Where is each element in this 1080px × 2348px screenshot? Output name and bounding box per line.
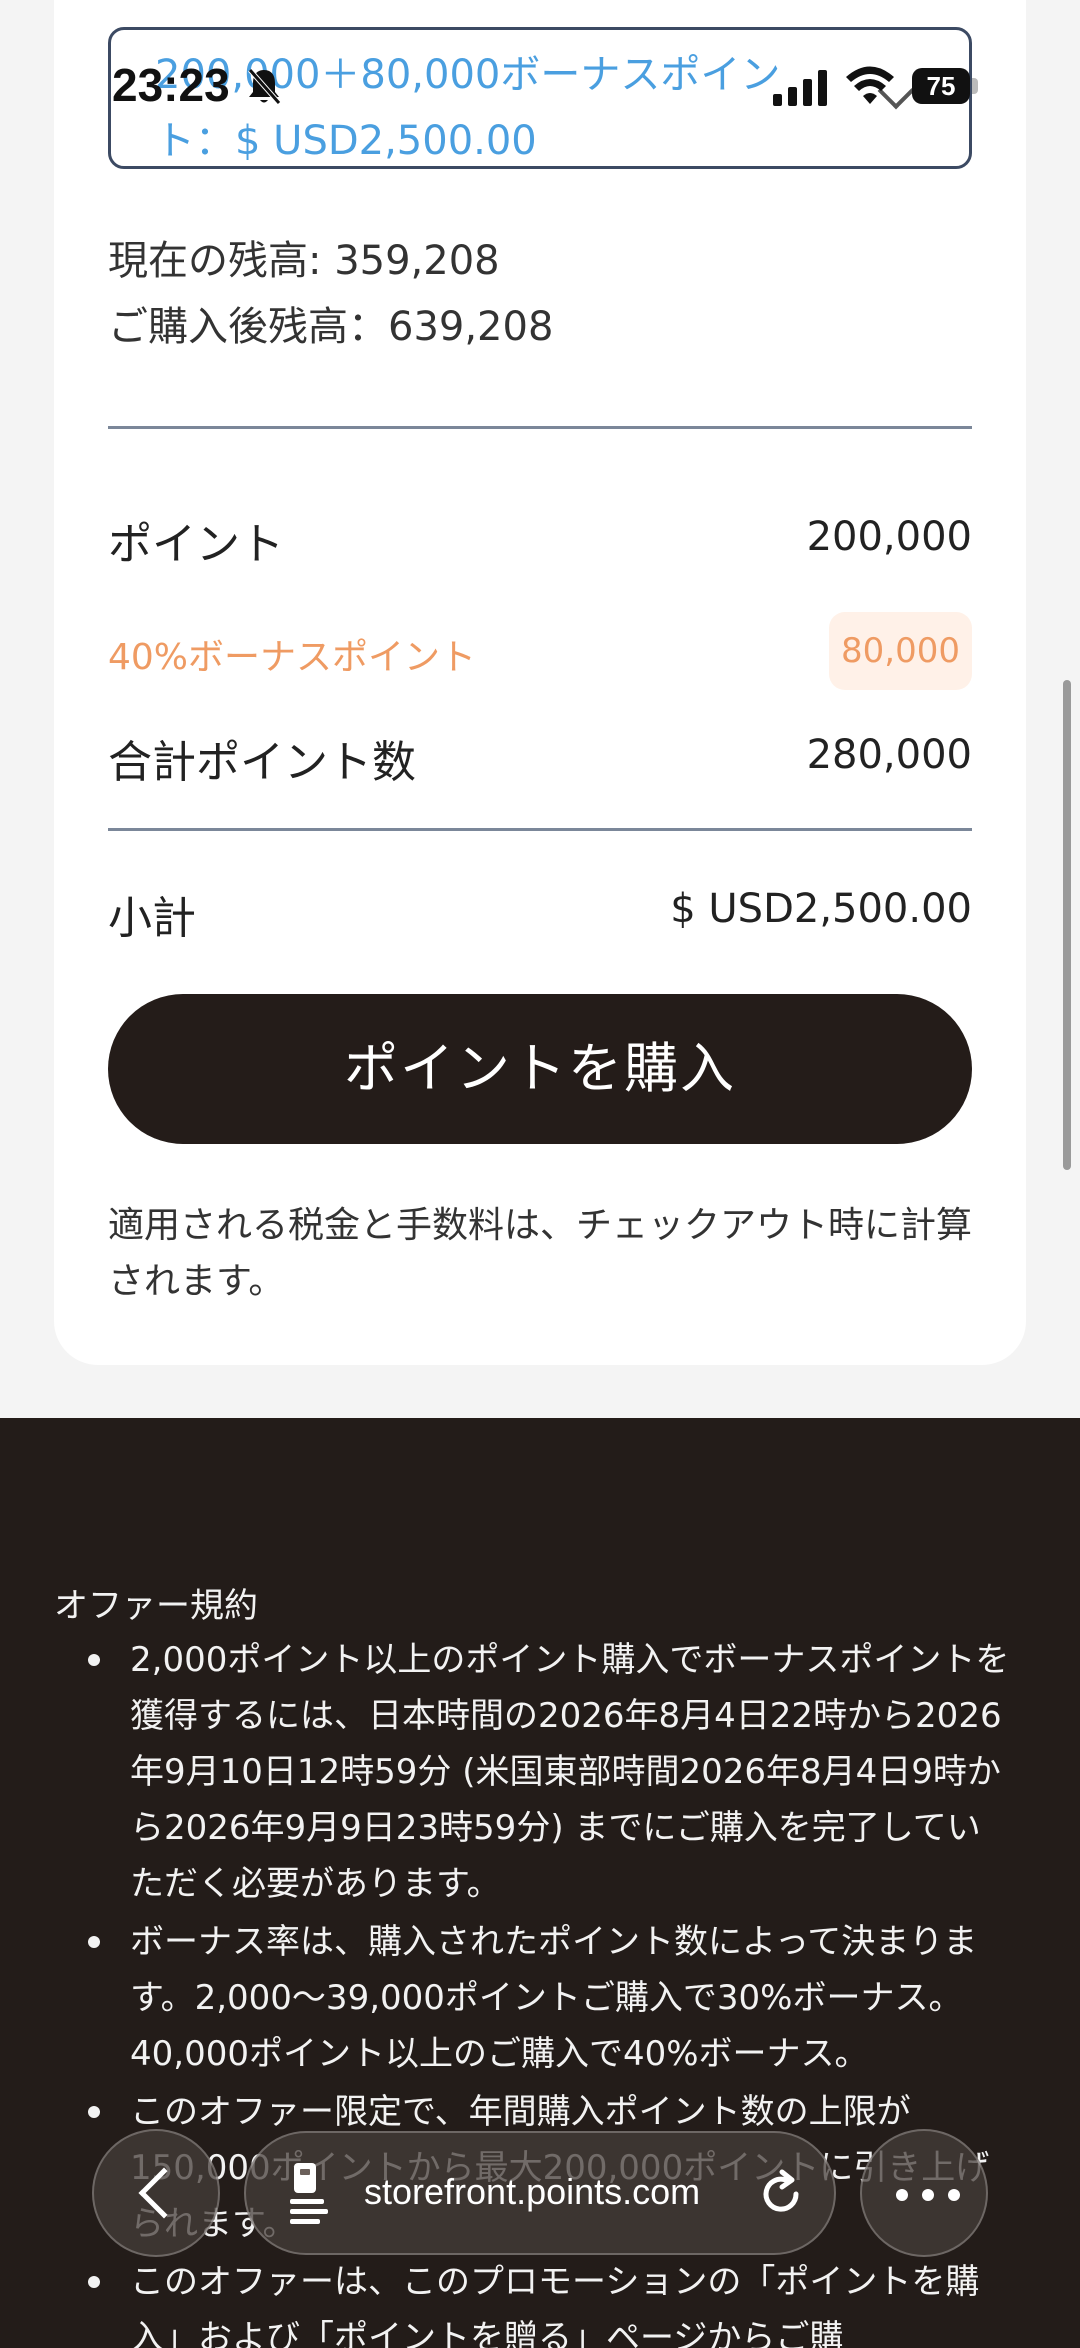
back-button[interactable] — [92, 2129, 220, 2257]
subtotal-value: $ USD2,500.00 — [670, 886, 972, 932]
more-options-button[interactable] — [860, 2129, 988, 2257]
scrollbar[interactable] — [1063, 680, 1071, 1170]
list-item: 2,000ポイント以上のポイント購入でボーナスポイントを獲得するには、日本時間の… — [54, 1632, 1014, 1912]
more-dots-icon — [896, 2189, 960, 2201]
bonus-points-badge: 80,000 — [829, 612, 972, 690]
package-select-value: 200,000＋80,000ボーナスポイン ト：$ USD2,500.00 — [155, 52, 781, 164]
reload-icon[interactable] — [756, 2169, 806, 2219]
divider — [108, 828, 972, 831]
total-points-value: 280,000 — [806, 732, 972, 778]
balance-after-purchase: ご購入後残高：639,208 — [108, 304, 554, 350]
url-text: storefront.points.com — [364, 2171, 701, 2212]
buy-points-button[interactable]: ポイントを購入 — [108, 994, 972, 1144]
current-balance: 現在の残高: 359,208 — [108, 238, 500, 284]
package-select[interactable]: 200,000＋80,000ボーナスポイン ト：$ USD2,500.00 — [108, 27, 972, 169]
total-points-label: 合計ポイント数 — [108, 737, 416, 788]
chevron-down-icon — [877, 72, 915, 110]
terms-title: オファー規約 — [54, 1586, 258, 1626]
points-label: ポイント — [108, 519, 284, 570]
address-bar[interactable]: storefront.points.com — [244, 2131, 836, 2255]
page-menu-icon — [290, 2163, 328, 2224]
tax-note: 適用される税金と手数料は、チェックアウト時に計算されます。 — [108, 1205, 973, 1302]
bonus-points-label: 40%ボーナスポイント — [108, 637, 477, 678]
subtotal-label: 小計 — [108, 893, 196, 944]
chevron-left-icon — [138, 2167, 190, 2219]
list-item: ボーナス率は、購入されたポイント数によって決まります。2,000〜39,000ポ… — [54, 1914, 1014, 2082]
divider — [108, 426, 972, 429]
points-value: 200,000 — [806, 514, 972, 560]
list-item: このオファーは、このプロモーションの「ポイントを購入」および「ポイントを贈る」ペ… — [54, 2254, 1014, 2348]
